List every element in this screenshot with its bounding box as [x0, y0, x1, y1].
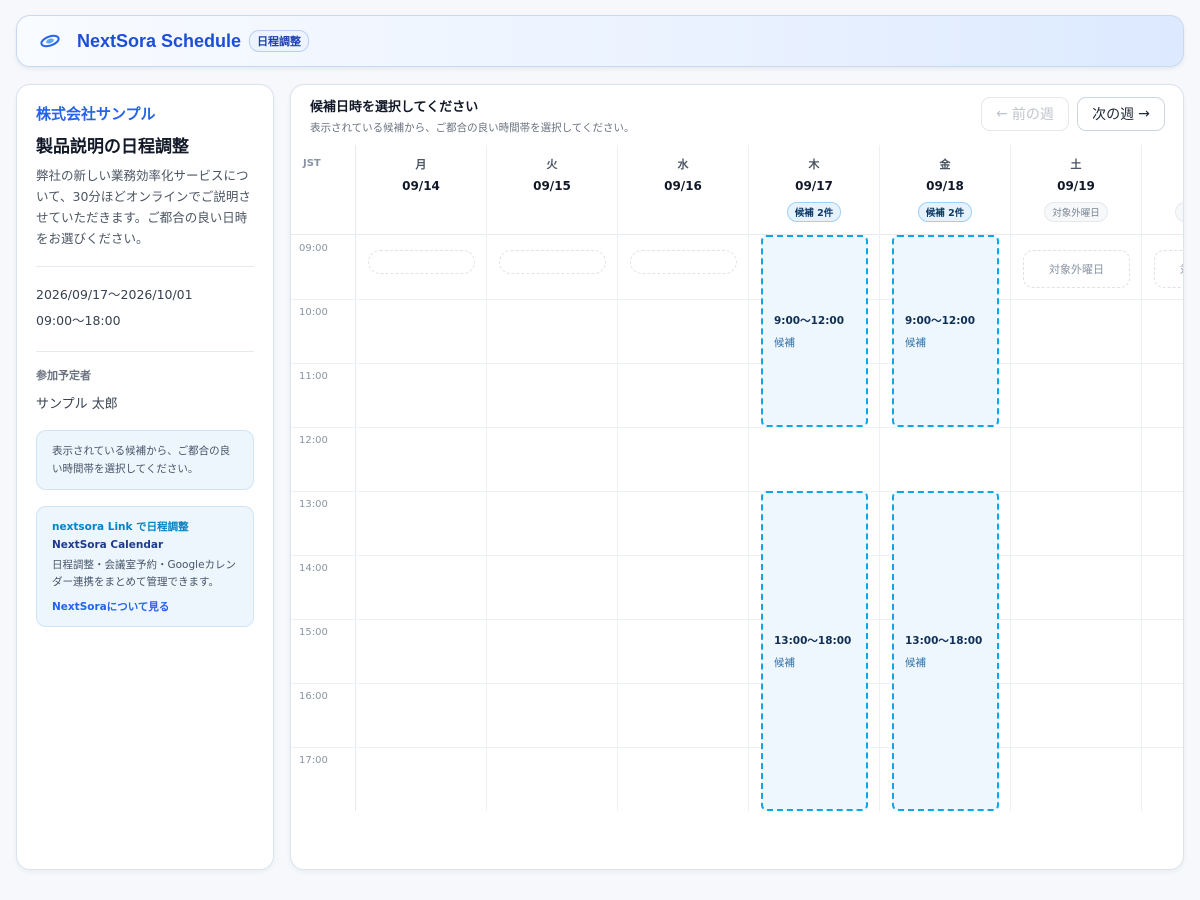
day-column-divider	[1010, 145, 1011, 811]
day-header: 木 09/17 候補 2件	[749, 145, 879, 222]
candidate-time: 9:00〜12:00	[905, 314, 976, 327]
hour-row-divider	[291, 427, 1183, 428]
hour-label: 16:00	[299, 691, 328, 702]
out-of-range-slot: 対象外曜日	[1023, 250, 1130, 288]
day-date: 09/19	[1057, 179, 1095, 193]
divider	[36, 351, 254, 352]
event-sidebar: 株式会社サンプル 製品説明の日程調整 弊社の新しい業務効率化サービスについて、3…	[16, 84, 274, 870]
day-date: 09/14	[402, 179, 440, 193]
day-date: 09/16	[664, 179, 702, 193]
day-column-divider	[1141, 145, 1142, 811]
brand-badge: 日程調整	[249, 30, 310, 52]
hour-row-divider	[291, 683, 1183, 684]
promo-product: NextSora Calendar	[52, 539, 164, 551]
hour-label: 14:00	[299, 563, 328, 574]
header-divider	[291, 234, 1183, 235]
event-hours: 09:00〜18:00	[36, 313, 121, 328]
calendar-title: 候補日時を選択してください	[310, 100, 479, 115]
day-column-divider	[748, 145, 749, 811]
calendar-panel: 候補日時を選択してください 表示されている候補から、ご都合の良い時間帯を選択して…	[290, 84, 1184, 870]
brand-name: NextSora Schedule	[77, 30, 242, 51]
empty-day-slot	[368, 250, 475, 274]
day-header: 水 09/16	[618, 145, 748, 193]
arrow-left-icon: ←	[996, 106, 1008, 122]
logo-icon	[40, 34, 60, 48]
hour-row-divider	[291, 555, 1183, 556]
hour-row-divider	[291, 619, 1183, 620]
empty-day-slot	[630, 250, 737, 274]
time-column-divider	[355, 145, 356, 811]
prev-week-button[interactable]: ← 前の週	[981, 97, 1069, 131]
next-week-label: 次の週	[1092, 107, 1135, 123]
hour-row-divider	[291, 747, 1183, 748]
out-of-range-badge: 対象外曜日	[1175, 202, 1183, 222]
week-grid: JST 09:00 10:00 11:00 12:00 13:00 14:00 15:00 1…	[291, 145, 1183, 811]
candidate-time: 13:00〜18:00	[905, 634, 983, 647]
event-title: 製品説明の日程調整	[36, 137, 189, 156]
day-column-divider	[617, 145, 618, 811]
candidate-slot[interactable]: 9:00〜12:00 候補	[761, 235, 868, 427]
hour-label: 10:00	[299, 307, 328, 318]
next-week-button[interactable]: 次の週 →	[1077, 97, 1165, 131]
day-date: 09/15	[533, 179, 571, 193]
day-header: 土 09/19 対象外曜日	[1011, 145, 1141, 222]
candidate-label: 候補	[774, 656, 795, 669]
about-nextsora-link[interactable]: NextSoraについて見る	[52, 599, 169, 614]
hour-row-divider	[291, 299, 1183, 300]
hour-label: 13:00	[299, 499, 328, 510]
empty-day-slot	[499, 250, 606, 274]
day-of-week: 火	[546, 158, 558, 171]
day-date: 09/18	[926, 179, 964, 193]
day-column-divider	[486, 145, 487, 811]
promo-headline: nextsora Link で日程調整	[52, 521, 189, 533]
day-of-week: 金	[939, 158, 951, 171]
day-header: 火 09/15	[487, 145, 617, 193]
participant-name: サンプル 太郎	[36, 397, 118, 412]
company-name: 株式会社サンプル	[36, 106, 156, 123]
candidate-label: 候補	[774, 336, 795, 349]
day-of-week: 土	[1070, 158, 1082, 171]
hour-label: 17:00	[299, 755, 328, 766]
candidate-slot[interactable]: 13:00〜18:00 候補	[892, 491, 999, 811]
hour-row-divider	[291, 363, 1183, 364]
candidate-time: 9:00〜12:00	[774, 314, 845, 327]
candidate-time: 13:00〜18:00	[774, 634, 852, 647]
candidate-count-badge: 候補 2件	[917, 202, 973, 222]
promo-description: 日程調整・会議室予約・Googleカレンダー連携をまとめて管理できます。	[52, 559, 237, 588]
candidate-slot[interactable]: 13:00〜18:00 候補	[761, 491, 868, 811]
day-header: 金 09/18 候補 2件	[880, 145, 1010, 222]
out-of-range-slot: 対象外曜日	[1154, 250, 1183, 288]
timezone-label: JST	[303, 158, 321, 169]
day-date: 09/20	[1142, 179, 1183, 193]
day-of-week: 水	[677, 158, 689, 171]
day-column-divider	[879, 145, 880, 811]
hour-label: 09:00	[299, 243, 328, 254]
event-description: 弊社の新しい業務効率化サービスについて、30分ほどオンラインでご説明させていただ…	[36, 168, 251, 246]
day-of-week: 木	[808, 158, 820, 171]
candidate-count-badge: 候補 2件	[786, 202, 842, 222]
prev-week-label: 前の週	[1011, 107, 1054, 123]
candidate-label: 候補	[905, 656, 926, 669]
day-header: 日 09/20 対象外曜日	[1142, 145, 1183, 222]
candidate-label: 候補	[905, 336, 926, 349]
instruction-notice: 表示されている候補から、ご都合の良い時間帯を選択してください。	[36, 430, 254, 490]
calendar-subtitle: 表示されている候補から、ご都合の良い時間帯を選択してください。	[310, 122, 635, 134]
calendar-heading: 候補日時を選択してください 表示されている候補から、ご都合の良い時間帯を選択して…	[310, 96, 635, 135]
hour-row-divider	[291, 491, 1183, 492]
event-period: 2026/09/17〜2026/10/01	[36, 287, 193, 302]
participants-label: 参加予定者	[36, 369, 91, 382]
app-header: NextSora Schedule 日程調整	[16, 15, 1184, 67]
out-of-range-badge: 対象外曜日	[1044, 202, 1108, 222]
arrow-right-icon: →	[1138, 106, 1150, 122]
hour-label: 11:00	[299, 371, 328, 382]
day-date: 09/17	[795, 179, 833, 193]
hour-label: 12:00	[299, 435, 328, 446]
day-header: 月 09/14	[356, 145, 486, 193]
day-of-week: 日	[1142, 156, 1183, 172]
divider	[36, 266, 254, 267]
day-of-week: 月	[415, 158, 427, 171]
candidate-slot[interactable]: 9:00〜12:00 候補	[892, 235, 999, 427]
hour-label: 15:00	[299, 627, 328, 638]
promo-box: nextsora Link で日程調整 NextSora Calendar 日程…	[36, 506, 254, 627]
